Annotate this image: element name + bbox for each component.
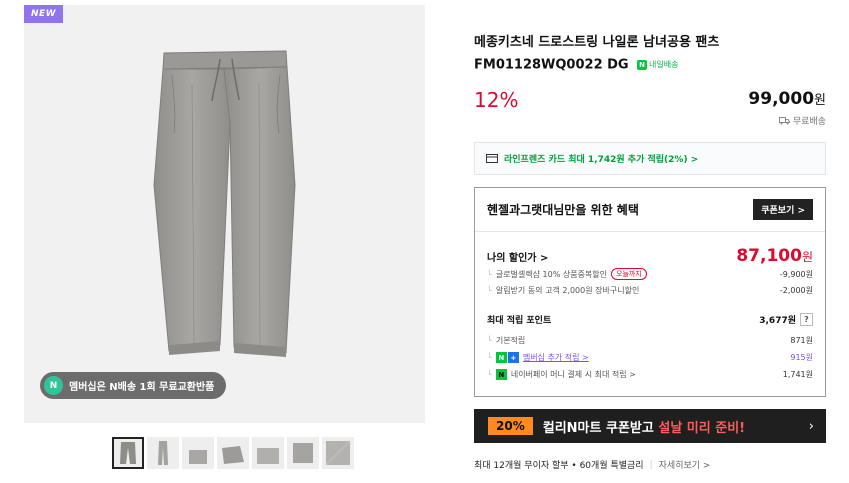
points-row-basic: └ 기본적립 871원 — [487, 335, 813, 346]
installment-info: 최대 12개월 무이자 할부 • 60개월 특별금리 | 자세히보기 > — [474, 458, 711, 472]
tree-branch-icon: └ — [487, 370, 492, 379]
my-price-label[interactable]: 나의 할인가 > — [487, 249, 548, 264]
pants-thumb-icon — [257, 448, 279, 464]
benefit-title: 헨젤과그랫대님만을 위한 혜택 — [487, 203, 639, 217]
shipping-info: 무료배송 — [778, 114, 826, 127]
tree-branch-icon: └ — [487, 353, 492, 362]
view-coupon-button[interactable]: 쿠폰보기 > — [753, 199, 813, 220]
discount-label-2: └ 알림받기 동의 고객 2,000원 장바구니할인 — [487, 285, 639, 296]
chevron-right-icon: › — [808, 418, 814, 434]
points-row: 최대 적립 포인트 3,677원 ? — [487, 313, 813, 326]
my-price: 87,100원 — [736, 246, 813, 266]
product-title: 메종키츠네 드로스트링 나일론 남녀공용 팬츠 FM01128WQ0022 DG… — [474, 32, 826, 77]
discount-label-1: └ 글로벌셀렉샵 10% 상품중복할인 오늘까지 — [487, 268, 647, 280]
points-basic-amount: 871원 — [790, 336, 813, 345]
naverpay-icon: N — [495, 369, 507, 380]
points-npay-amount: 1,741원 — [782, 370, 813, 379]
discount-row-1: └ 글로벌셀렉샵 10% 상품중복할인 오늘까지 -9,900원 — [487, 268, 813, 280]
product-gallery: NEW N 멤버십은 N배송 1회 무료교환반품 — [24, 5, 425, 483]
npay-points-link[interactable]: 네이버페이 머니 결제 시 최대 적립 > — [511, 369, 636, 380]
banner-text-main: 컬리N마트 쿠폰받고 — [542, 420, 659, 436]
membership-points-link[interactable]: 멤버십 추가 적립 > — [523, 352, 589, 363]
discount-rate: 12% — [474, 88, 519, 112]
naver-plus-icon: N + — [495, 352, 519, 363]
tree-branch-icon: └ — [487, 336, 492, 345]
membership-banner[interactable]: N 멤버십은 N배송 1회 무료교환반품 — [40, 372, 227, 399]
pants-image — [153, 50, 296, 357]
n-delivery-icon: N — [44, 376, 63, 395]
help-icon[interactable]: ? — [800, 313, 813, 326]
pants-thumb-icon — [189, 450, 207, 464]
main-product-image[interactable]: NEW N 멤버십은 N배송 1회 무료교환반품 — [24, 5, 425, 423]
new-badge: NEW — [24, 5, 63, 23]
my-price-row: 나의 할인가 > 87,100원 — [487, 246, 813, 266]
points-row-membership: └ N + 멤버십 추가 적립 > 915원 — [487, 352, 813, 363]
thumbnail-6[interactable] — [287, 437, 319, 469]
points-npay-label: └ N 네이버페이 머니 결제 시 최대 적립 > — [487, 369, 636, 380]
thumbnail-5[interactable] — [252, 437, 284, 469]
pants-thumb-icon — [293, 443, 313, 463]
credit-card-icon — [486, 154, 498, 163]
discount-amount: -9,900원 — [779, 269, 813, 279]
plus-icon: + — [507, 352, 519, 363]
currency-unit: 원 — [814, 93, 826, 108]
thumbnail-4[interactable] — [217, 437, 249, 469]
kurly-coupon-banner[interactable]: 20% 컬리N마트 쿠폰받고 설날 미리 준비! › — [474, 409, 826, 443]
installment-text: 최대 12개월 무이자 할부 • 60개월 특별금리 — [474, 461, 644, 471]
points-row-npay: └ N 네이버페이 머니 결제 시 최대 적립 > 1,741원 — [487, 369, 813, 380]
tree-branch-icon: └ — [487, 269, 492, 279]
points-total: 3,677원 ? — [759, 313, 813, 326]
my-price-value: 87,100 — [736, 246, 802, 266]
banner-percent-badge: 20% — [488, 417, 533, 435]
banner-text-highlight: 설날 미리 준비! — [658, 420, 746, 436]
pants-thumb-icon — [325, 440, 351, 466]
discount-text: 글로벌셀렉샵 10% 상품중복할인 — [495, 269, 608, 279]
points-membership-amount: 915원 — [790, 353, 813, 362]
discount-text: 알림받기 동의 고객 2,000원 장바구니할인 — [495, 286, 640, 295]
points-basic-text: 기본적립 — [495, 336, 526, 345]
sale-price-value: 99,000 — [748, 89, 815, 109]
delivery-truck-icon: N — [637, 60, 647, 70]
pants-thumb-icon — [222, 446, 244, 464]
tomorrow-delivery-tag: N 내일배송 — [637, 54, 678, 76]
member-benefit-box: 헨젤과그랫대님만을 위한 혜택 쿠폰보기 > 나의 할인가 > 87,100원 … — [474, 187, 826, 397]
today-only-pill: 오늘까지 — [611, 268, 647, 280]
thumbnail-7[interactable] — [322, 437, 354, 469]
truck-icon — [778, 116, 790, 124]
delivery-tag-text: 내일배송 — [649, 60, 679, 69]
tree-branch-icon: └ — [487, 286, 492, 295]
installment-more-link[interactable]: 자세히보기 > — [659, 458, 711, 471]
discount-row-2: └ 알림받기 동의 고객 2,000원 장바구니할인 -2,000원 — [487, 285, 813, 296]
divider: | — [649, 459, 653, 470]
card-promo-text: 라인프렌즈 카드 최대 1,742원 추가 적립(2%) > — [504, 155, 699, 165]
points-value: 3,677원 — [759, 316, 796, 326]
points-label: 최대 적립 포인트 — [487, 316, 552, 326]
points-basic-label: └ 기본적립 — [487, 335, 525, 346]
thumbnail-strip — [112, 437, 354, 469]
pants-thumb-icon — [120, 442, 136, 464]
currency-unit: 원 — [801, 250, 813, 264]
discount-amount: -2,000원 — [779, 286, 813, 295]
thumbnail-2[interactable] — [147, 437, 179, 469]
product-title-text: 메종키츠네 드로스트링 나일론 남녀공용 팬츠 FM01128WQ0022 DG — [474, 35, 720, 73]
benefit-header: 헨젤과그랫대님만을 위한 혜택 쿠폰보기 > — [475, 188, 825, 232]
membership-banner-text: 멤버십은 N배송 1회 무료교환반품 — [69, 382, 215, 393]
thumbnail-3[interactable] — [182, 437, 214, 469]
n-logo-icon: N — [495, 352, 507, 363]
thumbnail-1[interactable] — [112, 437, 144, 469]
pants-thumb-icon — [158, 441, 168, 465]
shipping-text: 무료배송 — [792, 117, 826, 127]
card-promo-link[interactable]: 라인프렌즈 카드 최대 1,742원 추가 적립(2%) > — [474, 142, 826, 175]
sale-price: 99,000원 — [748, 89, 826, 109]
banner-text: 컬리N마트 쿠폰받고 설날 미리 준비! — [543, 417, 745, 436]
points-membership-label: └ N + 멤버십 추가 적립 > — [487, 352, 589, 363]
